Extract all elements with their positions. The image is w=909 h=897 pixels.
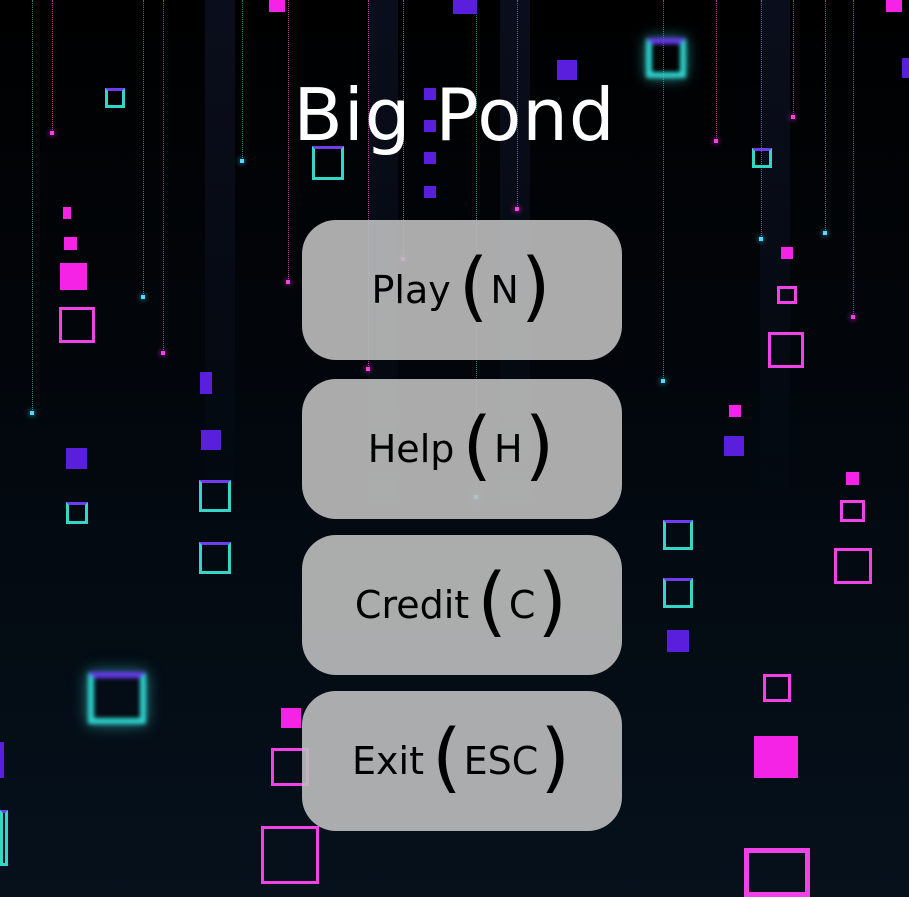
exit-label: Exit bbox=[352, 739, 424, 783]
play-button[interactable]: Play ( N ) bbox=[302, 220, 622, 360]
decor-square bbox=[200, 372, 212, 394]
decor-square bbox=[269, 0, 285, 12]
decor-square bbox=[781, 247, 793, 259]
help-label: Help bbox=[367, 427, 455, 471]
rain-line bbox=[851, 0, 855, 319]
decor-square bbox=[834, 548, 872, 584]
decor-square bbox=[60, 263, 87, 290]
decor-square bbox=[453, 0, 477, 14]
exit-shortcut-key: ESC bbox=[463, 739, 539, 783]
decor-square bbox=[66, 502, 88, 524]
close-paren: ) bbox=[524, 400, 555, 489]
decor-square bbox=[199, 542, 231, 574]
decor-square bbox=[281, 708, 301, 728]
decor-square bbox=[744, 848, 810, 897]
decor-square bbox=[66, 448, 87, 469]
decor-square bbox=[667, 630, 689, 652]
decor-square bbox=[663, 578, 693, 608]
decor-square bbox=[729, 405, 741, 417]
close-paren: ) bbox=[540, 712, 570, 801]
play-label: Play bbox=[371, 268, 451, 312]
open-paren: ( bbox=[431, 712, 462, 801]
decor-square bbox=[88, 672, 146, 724]
decor-square bbox=[768, 332, 804, 368]
open-paren: ( bbox=[462, 400, 493, 489]
decor-square bbox=[63, 207, 71, 219]
play-shortcut-key: N bbox=[490, 268, 519, 312]
close-paren: ) bbox=[520, 241, 551, 330]
help-shortcut-key: H bbox=[494, 427, 523, 471]
decor-square bbox=[261, 826, 319, 884]
exit-button[interactable]: Exit ( ESC ) bbox=[302, 691, 622, 831]
credit-shortcut-key: C bbox=[508, 583, 536, 627]
decor-square bbox=[777, 286, 797, 304]
decor-square bbox=[663, 520, 693, 550]
help-button-label: Help ( H ) bbox=[367, 407, 557, 487]
decor-square bbox=[724, 436, 744, 456]
exit-button-label: Exit ( ESC ) bbox=[352, 719, 572, 799]
close-paren: ) bbox=[537, 556, 568, 645]
help-button[interactable]: Help ( H ) bbox=[302, 379, 622, 519]
open-paren: ( bbox=[458, 241, 489, 330]
rain-line bbox=[30, 0, 34, 415]
game-title: Big Pond bbox=[293, 73, 616, 157]
decor-square bbox=[199, 480, 231, 512]
decor-square bbox=[201, 430, 221, 450]
decor-square bbox=[886, 0, 902, 12]
credit-label: Credit bbox=[354, 583, 470, 627]
play-button-label: Play ( N ) bbox=[371, 248, 553, 328]
credit-button[interactable]: Credit ( C ) bbox=[302, 535, 622, 675]
decor-square bbox=[763, 674, 791, 702]
decor-square bbox=[424, 186, 436, 198]
decor-square bbox=[754, 736, 798, 778]
decor-square bbox=[846, 472, 859, 485]
decor-square bbox=[59, 307, 95, 343]
credit-button-label: Credit ( C ) bbox=[354, 563, 569, 643]
open-paren: ( bbox=[477, 556, 507, 645]
decor-square bbox=[0, 810, 8, 866]
decor-square bbox=[840, 500, 865, 522]
decor-square bbox=[64, 237, 77, 250]
main-menu-screen: Big Pond Play ( N ) Help ( H ) Credit ( … bbox=[0, 0, 909, 897]
rain-line bbox=[161, 0, 165, 355]
decor-square bbox=[0, 742, 4, 778]
